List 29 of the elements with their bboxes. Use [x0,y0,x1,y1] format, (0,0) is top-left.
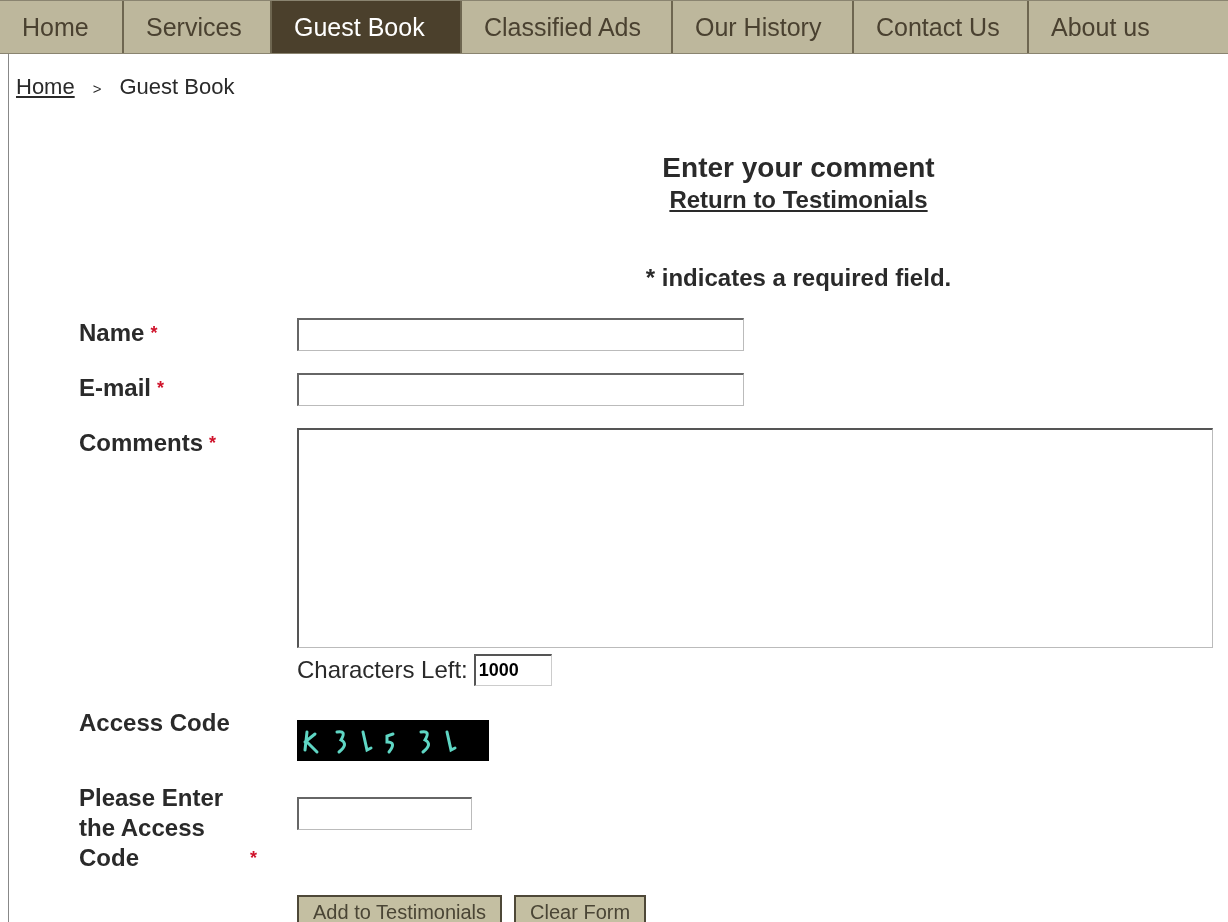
counter-field[interactable]: 1000 [473,654,552,686]
form-button[interactable]: Add to Testimonials [297,895,503,922]
field-label: Comments [79,428,204,458]
nav-tab[interactable]: Classified Ads [462,1,673,53]
field-label: Name [79,318,145,348]
breadcrumb-separator: > [92,80,102,97]
required-mark: * [250,847,257,870]
text-field[interactable] [297,373,744,406]
field-label: Access Code [79,708,230,738]
comments-field[interactable] [297,428,1213,648]
nav-tab[interactable]: About us [1029,1,1172,53]
nav-tab[interactable]: Contact Us [854,1,1029,53]
field-label: Please Enter the Access Code [79,783,225,873]
text-field[interactable] [297,797,472,830]
counter-label: Characters Left: [297,656,468,684]
nav-tab[interactable]: Guest Book [272,1,462,53]
required-mark: * [150,322,158,345]
text-field[interactable] [297,318,744,351]
breadcrumb-current: Guest Book [119,74,235,100]
required-mark: * [157,377,165,400]
form-button[interactable]: Clear Form [514,895,647,922]
return-link[interactable]: Return to Testimonials [669,186,928,214]
breadcrumb-link[interactable]: Home [16,74,75,100]
nav-tab[interactable]: Home [0,1,124,53]
required-mark: * [209,432,217,455]
form-title: Enter your comment [662,152,935,184]
nav-tab[interactable]: Our History [673,1,854,53]
field-label: E-mail [79,373,152,403]
required-note: * indicates a required field. [645,264,952,292]
